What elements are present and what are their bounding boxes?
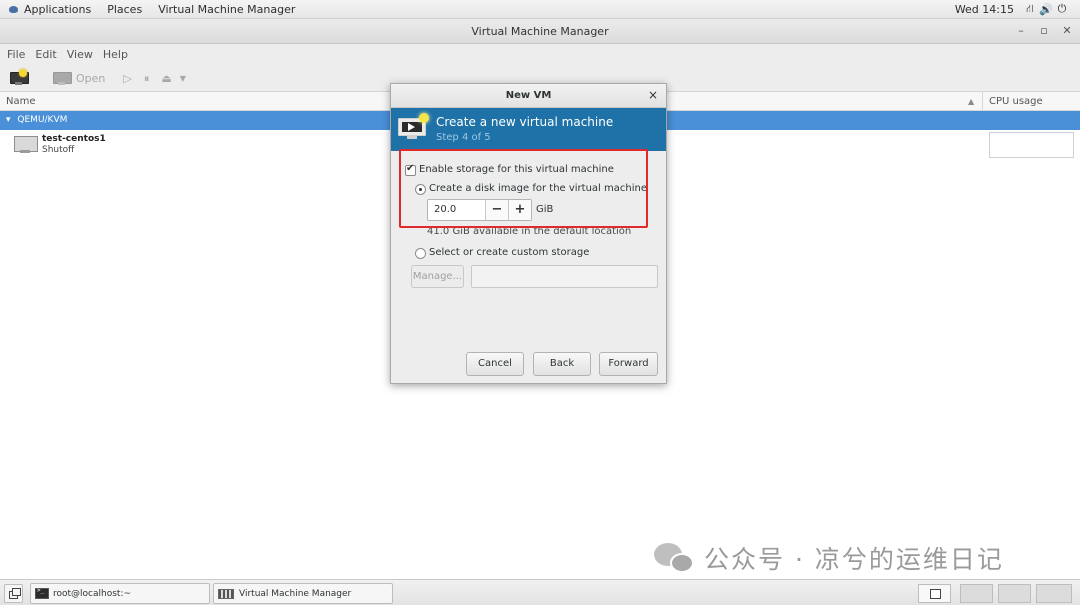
workspace-1[interactable] xyxy=(918,584,951,603)
new-vm-dialog: New VM × Create a new virtual machine St… xyxy=(390,83,667,384)
wechat-icon xyxy=(654,540,696,576)
wizard-header: Create a new virtual machine Step 4 of 5 xyxy=(391,108,666,151)
watermark-text: 公众号 · 凉兮的运维日记 xyxy=(704,545,1004,574)
forward-button[interactable]: Forward xyxy=(599,352,658,376)
workspace-4[interactable] xyxy=(1036,584,1072,603)
close-button[interactable]: ✕ xyxy=(1059,23,1075,39)
annotation-highlight-box xyxy=(399,149,648,228)
task-vmm[interactable]: Virtual Machine Manager xyxy=(213,583,393,604)
new-vm-icon xyxy=(10,69,29,85)
workspace-3[interactable] xyxy=(998,584,1031,603)
sort-ascending-icon: ▲ xyxy=(968,97,975,106)
network-icon[interactable]: ⛙ xyxy=(1022,2,1038,17)
column-cpu-usage[interactable]: CPU usage xyxy=(982,92,1080,111)
new-vm-wizard-icon xyxy=(398,113,429,140)
connection-name: QEMU/KVM xyxy=(17,115,68,125)
menu-file[interactable]: File xyxy=(2,44,30,66)
places-menu[interactable]: Places xyxy=(99,0,150,19)
pause-button[interactable]: ⏸ xyxy=(138,68,156,90)
maximize-button[interactable]: ▫ xyxy=(1036,23,1052,39)
run-button[interactable]: ▷ xyxy=(117,68,137,90)
gnome-foot-icon xyxy=(8,4,19,15)
terminal-icon xyxy=(35,587,49,599)
manage-button[interactable]: Manage... xyxy=(411,265,464,288)
play-icon: ▷ xyxy=(123,72,132,85)
pause-icon: ⏸ xyxy=(143,71,150,85)
menu-view[interactable]: View xyxy=(62,44,98,66)
wizard-title: Create a new virtual machine xyxy=(436,115,614,129)
task-vmm-label: Virtual Machine Manager xyxy=(239,588,352,599)
task-terminal[interactable]: root@localhost:~ xyxy=(30,583,210,604)
open-label: Open xyxy=(76,72,106,85)
active-app-menu[interactable]: Virtual Machine Manager xyxy=(150,0,303,19)
power-icon[interactable]: ⏻ xyxy=(1054,2,1070,16)
window-titlebar[interactable]: Virtual Machine Manager – ▫ ✕ xyxy=(0,19,1080,44)
vm-state: Shutoff xyxy=(42,145,75,155)
shutdown-menu-button[interactable]: ▼ xyxy=(178,68,192,90)
applications-label: Applications xyxy=(24,2,92,16)
custom-storage-label[interactable]: Select or create custom storage xyxy=(429,247,589,258)
clock[interactable]: Wed 14:15 xyxy=(947,0,1022,19)
applications-menu[interactable]: Applications xyxy=(0,0,99,19)
column-name[interactable]: Name xyxy=(6,92,36,111)
custom-storage-radio[interactable] xyxy=(415,248,426,259)
task-terminal-label: root@localhost:~ xyxy=(53,588,132,599)
menu-help[interactable]: Help xyxy=(98,44,133,66)
vmm-icon xyxy=(218,588,234,599)
monitor-icon xyxy=(53,72,72,85)
cancel-button[interactable]: Cancel xyxy=(466,352,524,376)
vm-name: test-centos1 xyxy=(42,134,106,144)
shutdown-button[interactable]: ⏏ xyxy=(155,68,177,90)
bottom-taskbar: root@localhost:~ Virtual Machine Manager xyxy=(0,579,1080,605)
top-panel: Applications Places Virtual Machine Mana… xyxy=(0,0,1080,19)
vm-monitor-icon xyxy=(14,136,38,154)
wizard-step: Step 4 of 5 xyxy=(436,132,491,143)
workspace-2[interactable] xyxy=(960,584,993,603)
cpu-usage-graph xyxy=(989,132,1074,158)
watermark: 公众号 · 凉兮的运维日记 xyxy=(654,540,1004,576)
back-button[interactable]: Back xyxy=(533,352,591,376)
menu-edit[interactable]: Edit xyxy=(30,44,61,66)
menubar: File Edit View Help xyxy=(0,44,1080,66)
expander-icon[interactable]: ▾ xyxy=(6,115,11,125)
new-vm-button[interactable] xyxy=(0,68,33,90)
dialog-close-button[interactable]: × xyxy=(646,88,660,102)
dialog-titlebar[interactable]: New VM × xyxy=(391,84,666,108)
window-title: Virtual Machine Manager xyxy=(471,25,609,38)
show-desktop-icon[interactable] xyxy=(4,584,23,603)
dialog-title: New VM xyxy=(505,90,552,101)
open-button[interactable]: Open xyxy=(47,68,111,90)
chevron-down-icon: ▼ xyxy=(179,74,186,83)
storage-path-field[interactable] xyxy=(471,265,658,288)
shutdown-icon: ⏏ xyxy=(161,72,172,85)
volume-icon[interactable]: 🔊 xyxy=(1038,3,1054,16)
minimize-button[interactable]: – xyxy=(1013,23,1029,39)
